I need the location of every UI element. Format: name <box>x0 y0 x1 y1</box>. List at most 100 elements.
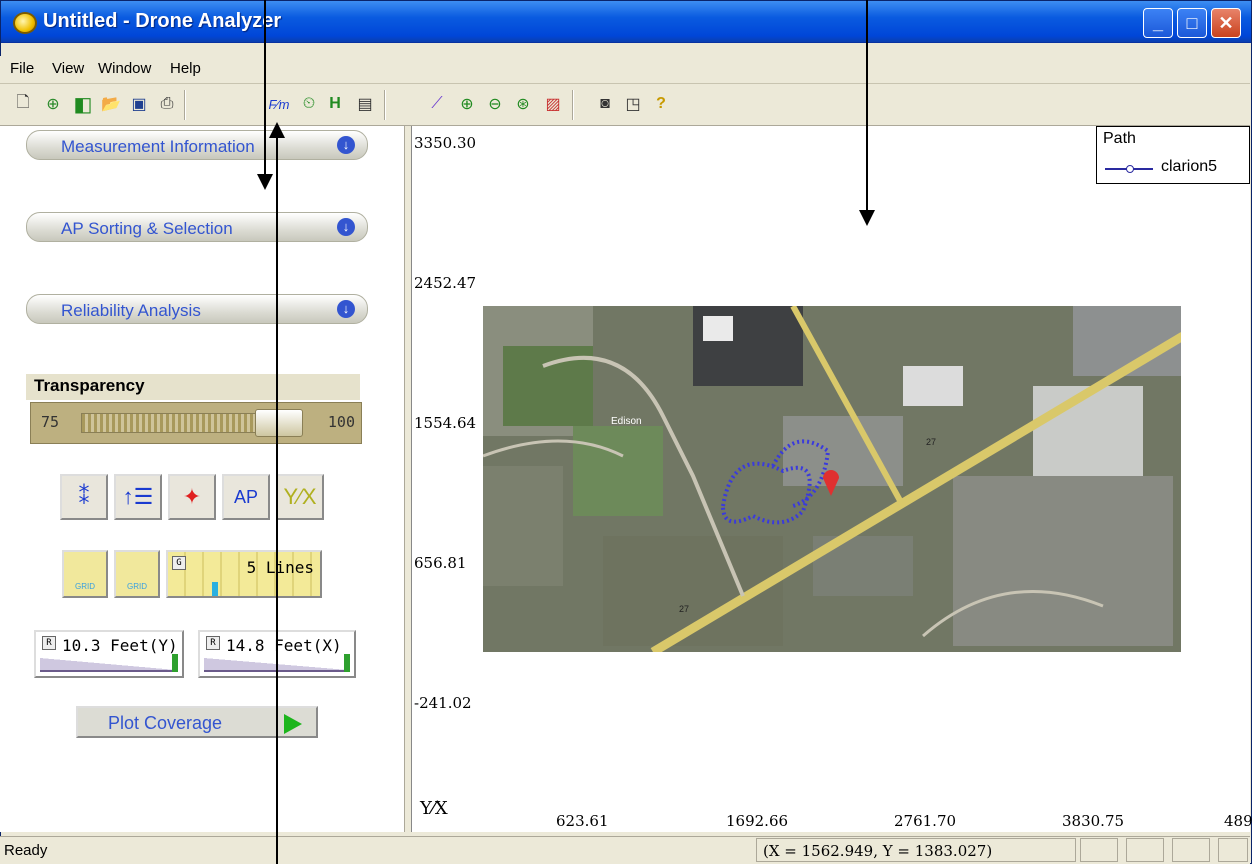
timer-icon[interactable]: ⏲ <box>296 91 322 117</box>
formula-icon[interactable]: F⁄m <box>266 91 292 117</box>
toolbar-separator <box>384 90 386 120</box>
menu-help[interactable]: Help <box>170 60 201 77</box>
close-button[interactable]: ✕ <box>1211 8 1241 38</box>
resolution-thumb[interactable] <box>172 654 178 672</box>
transparency-slider[interactable]: 75 100 <box>30 402 362 444</box>
section-reliability-analysis[interactable]: Reliability Analysis ↓ <box>26 294 368 324</box>
y-tick-label: 3350.30 <box>414 134 477 152</box>
ap-flag-button[interactable]: AP <box>222 474 270 520</box>
section-label: Reliability Analysis <box>61 301 201 320</box>
expand-arrow-icon[interactable]: ↓ <box>337 218 355 236</box>
expand-arrow-icon[interactable]: ↓ <box>337 136 355 154</box>
axis-toggle-icon: Y⁄X <box>283 484 317 509</box>
grid-vertical-button[interactable]: GRID <box>62 550 108 598</box>
plot-coverage-button[interactable]: Plot Coverage <box>76 706 318 738</box>
open-folder-icon[interactable]: 📂 <box>98 91 124 117</box>
map-label-route: 27 <box>926 437 936 447</box>
resolution-r-icon: R <box>206 636 220 650</box>
y-tick-label: -241.02 <box>414 694 472 712</box>
list-sort-icon: ↑☰ <box>122 484 154 509</box>
open-map-icon[interactable]: ⊕ <box>40 91 66 117</box>
section-measurement-information[interactable]: Measurement Information ↓ <box>26 130 368 160</box>
cursor-coordinates: (X = 1562.949, Y = 1383.027) <box>756 838 1076 862</box>
grid-label: GRID <box>75 582 95 591</box>
annotation-arrow-line <box>276 134 278 864</box>
resolution-x-value: 14.8 Feet(X) <box>226 636 342 655</box>
image-icon[interactable]: ▨ <box>540 91 566 117</box>
grid-g-icon: G <box>172 556 186 570</box>
resolution-y-value: 10.3 Feet(Y) <box>62 636 178 655</box>
play-icon <box>284 714 302 734</box>
expand-arrow-icon[interactable]: ↓ <box>337 300 355 318</box>
x-tick-label: 3830.75 <box>1062 812 1125 830</box>
drone-icon: ✦ <box>182 484 202 509</box>
grid-lines-thumb[interactable] <box>212 582 218 596</box>
legend-title: Path <box>1103 130 1136 147</box>
annotation-arrow-line <box>264 0 266 176</box>
resolution-y-slider[interactable]: R 10.3 Feet(Y) <box>34 630 184 678</box>
satellite-map[interactable]: Edison 27 27 <box>483 306 1181 652</box>
legend-series-name: clarion5 <box>1161 158 1218 175</box>
annotation-arrowhead-icon <box>257 174 273 190</box>
y-tick-label: 656.81 <box>414 554 467 572</box>
resolution-r-icon: R <box>42 636 56 650</box>
annotation-arrowhead-icon <box>269 122 285 138</box>
menu-window[interactable]: Window <box>98 60 151 77</box>
y-tick-label: 1554.64 <box>414 414 477 432</box>
y-tick-label: 2452.47 <box>414 274 477 292</box>
status-cell <box>1080 838 1118 862</box>
axis-toggle-button[interactable]: Y⁄X <box>276 474 324 520</box>
title-bar[interactable]: Untitled - Drone Analyzer _ □ ✕ <box>1 1 1251 43</box>
x-tick-label: 2761.70 <box>894 812 957 830</box>
x-tick-label: 1692.66 <box>726 812 789 830</box>
section-label: Measurement Information <box>61 137 255 156</box>
toolbar-separator <box>184 90 186 120</box>
annotation-arrowhead-icon <box>859 210 875 226</box>
print-icon[interactable]: ⎙ <box>154 91 180 117</box>
signal-points-icon: ⁑ <box>78 484 90 509</box>
grid-lines-slider[interactable]: G 5 Lines <box>166 550 322 598</box>
zoom-out-icon[interactable]: ⊖ <box>482 91 508 117</box>
signal-points-button[interactable]: ⁑ <box>60 474 108 520</box>
save-icon[interactable]: ▣ <box>126 91 152 117</box>
window-icon[interactable]: ◳ <box>620 91 646 117</box>
drone-button[interactable]: ✦ <box>168 474 216 520</box>
resize-grip-icon[interactable] <box>1218 838 1248 862</box>
slider-max-label: 100 <box>327 413 355 431</box>
slider-thumb[interactable] <box>255 409 303 437</box>
menu-file[interactable]: File <box>10 60 34 77</box>
split-view-icon[interactable]: ◧ <box>70 91 96 117</box>
section-ap-sorting[interactable]: AP Sorting & Selection ↓ <box>26 212 368 242</box>
toolbar-separator <box>572 90 574 120</box>
section-label: AP Sorting & Selection <box>61 219 233 238</box>
grid-lines-value: 5 Lines <box>246 558 314 577</box>
maximize-button[interactable]: □ <box>1177 8 1207 38</box>
window-title: Untitled - Drone Analyzer <box>43 10 282 32</box>
drone-analyzer-logo-icon <box>13 12 37 34</box>
transparency-heading: Transparency <box>26 374 360 400</box>
legend: Path clarion5 <box>1096 126 1250 184</box>
ruler-icon[interactable]: ⟋ <box>424 91 450 117</box>
frame-icon[interactable]: ◙ <box>592 91 618 117</box>
axis-corner-label: Y⁄X <box>420 798 448 819</box>
binoculars-icon[interactable]: H <box>322 91 348 117</box>
list-sort-button[interactable]: ↑☰ <box>114 474 162 520</box>
x-tick-label: 623.61 <box>556 812 609 830</box>
minimize-button[interactable]: _ <box>1143 8 1173 38</box>
zoom-in-icon[interactable]: ⊕ <box>454 91 480 117</box>
resolution-thumb[interactable] <box>344 654 350 672</box>
map-label-route: 27 <box>679 604 689 614</box>
status-text: Ready <box>4 842 48 859</box>
help-icon[interactable]: ? <box>648 91 674 117</box>
menu-view[interactable]: View <box>52 60 84 77</box>
x-tick-label: 489 <box>1224 812 1252 830</box>
new-icon[interactable]: 🗋 <box>10 91 36 117</box>
grid-label: GRID <box>127 582 147 591</box>
grid-horizontal-button[interactable]: GRID <box>114 550 160 598</box>
slider-min-label: 75 <box>41 413 60 431</box>
zoom-fit-icon[interactable]: ⊛ <box>510 91 536 117</box>
panel-icon[interactable]: ▤ <box>352 91 378 117</box>
ap-flag-icon: AP <box>233 486 258 507</box>
map-imagery: Edison 27 27 <box>483 306 1181 652</box>
pane-splitter[interactable] <box>404 126 412 832</box>
